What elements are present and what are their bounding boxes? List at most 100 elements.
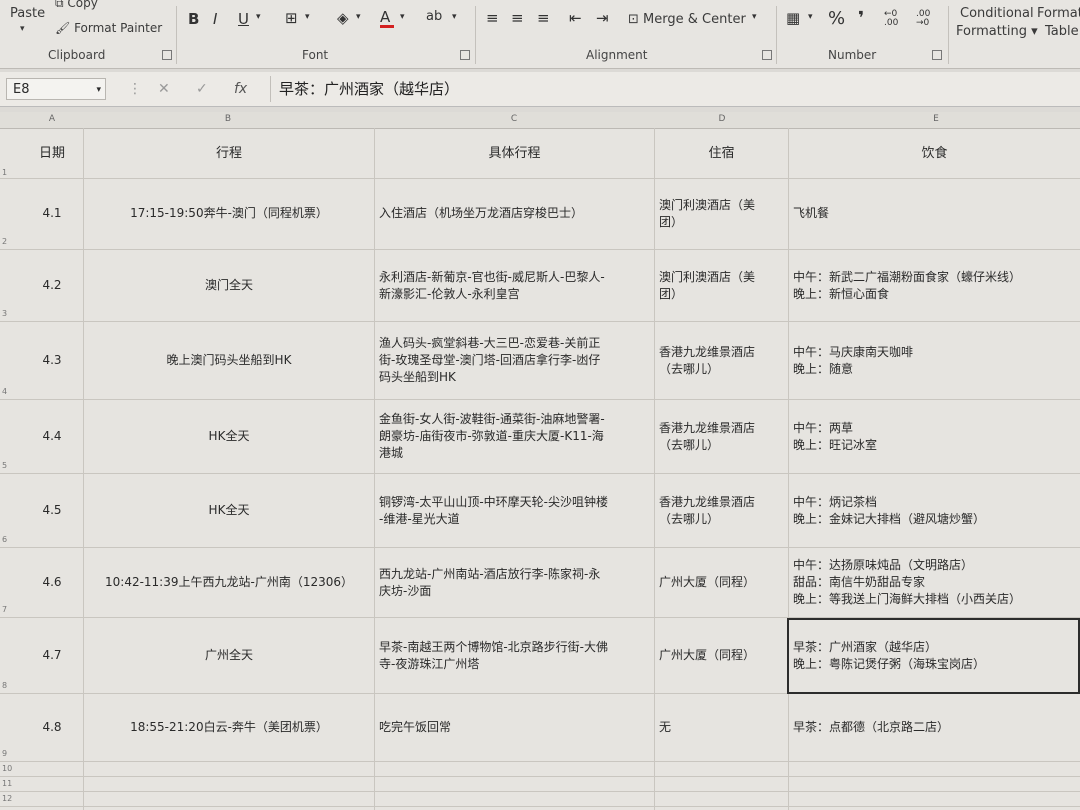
row-number[interactable]: 8 xyxy=(2,681,7,690)
cell-date[interactable]: 4.4 xyxy=(20,400,84,473)
row-number[interactable]: 2 xyxy=(2,237,7,246)
spreadsheet-grid[interactable]: A B C D E 1 日期 行程 具体行程 住宿 饮食 2 4.1 17:15-1… xyxy=(0,112,1080,810)
cell-food[interactable]: 中午：两草 晚上：旺记冰室 xyxy=(789,400,1080,473)
cell-detail[interactable]: 金鱼街-女人街-波鞋街-通菜街-油麻地警署- 朗豪坊-庙街夜市-弥敦道-重庆大厦-… xyxy=(375,400,654,473)
row-number[interactable]: 3 xyxy=(2,309,7,318)
row-number[interactable]: 9 xyxy=(2,749,7,758)
cell-route[interactable]: 18:55-21:20白云-奔牛（美团机票） xyxy=(84,694,374,761)
cell-food[interactable]: 中午：新武二广福潮粉面食家（蠔仔米线） 晚上：新恒心面食 xyxy=(789,250,1080,321)
merge-center-button[interactable]: ⊡ Merge & Center xyxy=(628,12,746,27)
format-as-table-button[interactable]: Format xyxy=(1037,6,1080,21)
font-launcher-icon[interactable] xyxy=(460,50,470,60)
italic-button[interactable]: I xyxy=(213,10,217,28)
cell-hotel[interactable]: 澳门利澳酒店（美 团） xyxy=(655,178,788,249)
empty-row[interactable]: 10 xyxy=(0,762,1080,777)
alignment-launcher-icon[interactable] xyxy=(762,50,772,60)
comma-button[interactable]: ❜ xyxy=(858,8,864,29)
font-color-button[interactable]: A xyxy=(380,8,390,26)
cell-date[interactable]: 4.5 xyxy=(20,474,84,547)
decrease-decimal-button[interactable]: .00 →0 xyxy=(916,10,946,28)
row-number[interactable]: 10 xyxy=(2,764,12,773)
cell-food[interactable]: 早茶：点都德（北京路二店） xyxy=(789,694,1080,761)
empty-row[interactable]: 12 xyxy=(0,792,1080,807)
cell-food[interactable]: 飞机餐 xyxy=(789,178,1080,249)
align-left-icon[interactable]: ≡ xyxy=(486,9,499,27)
format-table-label-2[interactable]: Table ▾ xyxy=(1045,24,1080,39)
cancel-icon[interactable]: ✕ xyxy=(158,81,170,97)
fill-color-icon[interactable]: ◈ xyxy=(337,9,349,27)
header-food[interactable]: 饮食 xyxy=(789,128,1080,178)
empty-row[interactable]: 11 xyxy=(0,777,1080,792)
header-detail[interactable]: 具体行程 xyxy=(375,128,654,178)
fill-dropdown-icon[interactable]: ▾ xyxy=(356,12,361,22)
column-header-d[interactable]: D xyxy=(714,114,730,124)
increase-indent-icon[interactable]: ⇥ xyxy=(596,9,609,27)
name-box[interactable]: E8 ▾ xyxy=(6,78,106,100)
phonetic-dropdown-icon[interactable]: ▾ xyxy=(452,12,457,22)
cell-route[interactable]: HK全天 xyxy=(84,400,374,473)
row-number[interactable]: 12 xyxy=(2,794,12,803)
phonetic-icon[interactable]: ab xyxy=(426,9,442,24)
decrease-indent-icon[interactable]: ⇤ xyxy=(569,9,582,27)
accounting-format-icon[interactable]: ▦ xyxy=(786,9,800,27)
cell-date[interactable]: 4.8 xyxy=(20,694,84,761)
align-center-icon[interactable]: ≡ xyxy=(511,9,524,27)
name-box-dropdown-icon[interactable]: ▾ xyxy=(96,79,101,101)
insert-function-icon[interactable]: fx xyxy=(234,81,247,97)
conditional-label-2[interactable]: Formatting ▾ xyxy=(956,24,1038,39)
cell-route[interactable]: 广州全天 xyxy=(84,618,374,693)
cell-hotel[interactable]: 香港九龙维景酒店 （去哪儿） xyxy=(655,322,788,399)
header-hotel[interactable]: 住宿 xyxy=(655,128,788,178)
cell-route[interactable]: 澳门全天 xyxy=(84,250,374,321)
cell-food[interactable]: 早茶：广州酒家（越华店） 晚上：粤陈记煲仔粥（海珠宝岗店） xyxy=(789,618,1080,693)
row-number[interactable]: 6 xyxy=(2,535,7,544)
cell-route[interactable]: HK全天 xyxy=(84,474,374,547)
conditional-formatting-button[interactable]: Conditional xyxy=(960,6,1034,21)
cell-route[interactable]: 10:42-11:39上午西九龙站-广州南（12306） xyxy=(84,548,374,617)
accounting-dropdown-icon[interactable]: ▾ xyxy=(808,12,813,22)
paste-button[interactable]: Paste xyxy=(10,6,45,21)
enter-icon[interactable]: ✓ xyxy=(196,81,208,97)
cell-detail[interactable]: 铜锣湾-太平山山顶-中环摩天轮-尖沙咀钟楼 -维港-星光大道 xyxy=(375,474,654,547)
cell-date[interactable]: 4.3 xyxy=(20,322,84,399)
cell-food[interactable]: 中午：炳记茶档 晚上：金妹记大排档（避风塘炒蟹） xyxy=(789,474,1080,547)
cell-hotel[interactable]: 香港九龙维景酒店 （去哪儿） xyxy=(655,400,788,473)
borders-icon[interactable]: ⊞ xyxy=(285,9,298,27)
underline-button[interactable]: U xyxy=(238,10,249,28)
borders-dropdown-icon[interactable]: ▾ xyxy=(305,12,310,22)
cell-detail[interactable]: 早茶-南越王两个博物馆-北京路步行街-大佛 寺-夜游珠江广州塔 xyxy=(375,618,654,693)
column-header-c[interactable]: C xyxy=(506,114,522,124)
cell-detail[interactable]: 永利酒店-新葡京-官也街-威尼斯人-巴黎人- 新濠影汇-伦敦人-永利皇宫 xyxy=(375,250,654,321)
increase-decimal-button[interactable]: ←0 .00 xyxy=(884,10,914,28)
cell-route[interactable]: 17:15-19:50奔牛-澳门（同程机票） xyxy=(84,178,374,249)
clipboard-launcher-icon[interactable] xyxy=(162,50,172,60)
column-header-b[interactable]: B xyxy=(220,114,236,124)
bold-button[interactable]: B xyxy=(188,10,199,28)
cell-hotel[interactable]: 广州大厦（同程） xyxy=(655,618,788,693)
cell-detail[interactable]: 入住酒店（机场坐万龙酒店穿梭巴士） xyxy=(375,178,654,249)
cell-date[interactable]: 4.7 xyxy=(20,618,84,693)
cell-date[interactable]: 4.1 xyxy=(20,178,84,249)
header-route[interactable]: 行程 xyxy=(84,128,374,178)
cell-date[interactable]: 4.6 xyxy=(20,548,84,617)
font-color-dropdown-icon[interactable]: ▾ xyxy=(400,12,405,22)
cell-detail[interactable]: 吃完午饭回常 xyxy=(375,694,654,761)
merge-dropdown-icon[interactable]: ▾ xyxy=(752,12,757,22)
number-launcher-icon[interactable] xyxy=(932,50,942,60)
row-number[interactable]: 5 xyxy=(2,461,7,470)
copy-button[interactable]: ⧉ Copy xyxy=(55,0,98,11)
row-number[interactable]: 4 xyxy=(2,387,7,396)
cell-detail[interactable]: 渔人码头-疯堂斜巷-大三巴-恋爱巷-关前正 街-玫瑰圣母堂-澳门塔-回酒店拿行李-… xyxy=(375,322,654,399)
row-number[interactable]: 1 xyxy=(2,168,7,177)
formula-input[interactable]: 早茶：广州酒家（越华店） xyxy=(270,76,1079,102)
header-date[interactable]: 日期 xyxy=(20,128,84,178)
percent-button[interactable]: % xyxy=(828,8,845,29)
column-header-e[interactable]: E xyxy=(928,114,944,124)
cell-route[interactable]: 晚上澳门码头坐船到HK xyxy=(84,322,374,399)
format-painter-button[interactable]: 🖌 Format Painter xyxy=(55,21,162,35)
underline-dropdown-icon[interactable]: ▾ xyxy=(256,12,261,22)
cell-hotel[interactable]: 澳门利澳酒店（美 团） xyxy=(655,250,788,321)
cell-date[interactable]: 4.2 xyxy=(20,250,84,321)
column-header-a[interactable]: A xyxy=(44,114,60,124)
cell-detail[interactable]: 西九龙站-广州南站-酒店放行李-陈家祠-永 庆坊-沙面 xyxy=(375,548,654,617)
